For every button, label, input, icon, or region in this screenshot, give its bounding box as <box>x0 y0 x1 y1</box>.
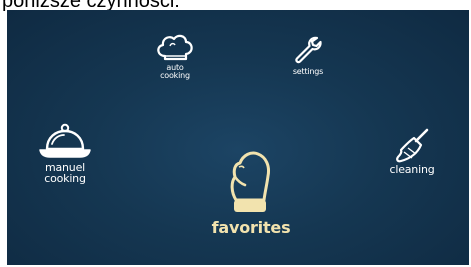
manual-cooking-label-line2: cooking <box>44 172 86 185</box>
favorites-label: favorites <box>211 218 291 237</box>
settings-label: settings <box>292 67 324 76</box>
oven-mitt-icon <box>230 151 270 212</box>
manual-cooking-button[interactable]: manuel cooking <box>29 120 101 184</box>
cloche-icon <box>39 123 91 158</box>
wrench-icon <box>295 36 322 64</box>
cleaning-button[interactable]: cleaning <box>377 128 447 175</box>
auto-cooking-button[interactable]: auto cooking <box>145 30 205 80</box>
favorites-button[interactable]: favorites <box>203 148 299 236</box>
brush-icon <box>396 128 429 163</box>
settings-button[interactable]: settings <box>283 34 333 76</box>
chef-hat-icon <box>157 34 193 61</box>
auto-cooking-label-line2: cooking <box>160 71 190 80</box>
oven-control-screen: auto cooking settings manuel cooking cle… <box>7 10 469 265</box>
cleaning-label: cleaning <box>389 163 435 176</box>
